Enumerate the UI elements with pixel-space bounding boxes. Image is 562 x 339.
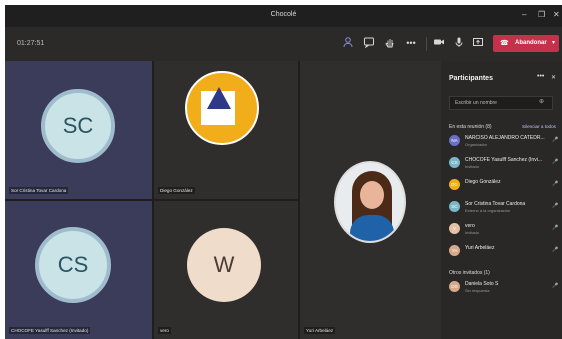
others-label: Otros invitados (1) bbox=[449, 270, 490, 276]
video-tile[interactable]: CS CHOCOFE Yasulff Sanchez (Invitado) bbox=[5, 201, 152, 339]
avatar: SC bbox=[41, 89, 115, 163]
participant-row[interactable]: YA Yuri Arbeláez 🎤 bbox=[449, 243, 562, 261]
leave-button[interactable]: ☎ Abandonar ▾ bbox=[493, 35, 559, 52]
leave-button-label: Abandonar bbox=[515, 40, 547, 46]
participant-name: Sor Cristina Tovar Cardona bbox=[465, 201, 526, 207]
participant-row[interactable]: DS Daniela Soto S Sin respuesta 🎤 bbox=[449, 279, 562, 297]
camera-icon[interactable] bbox=[432, 36, 446, 50]
more-options-icon[interactable]: ••• bbox=[537, 73, 544, 80]
camara-de-comercio-logo bbox=[185, 71, 259, 145]
raise-hand-icon[interactable] bbox=[383, 36, 397, 50]
participant-name-tag: Sor Cristina Tovar Cardona bbox=[9, 187, 69, 194]
more-icon[interactable]: ••• bbox=[404, 36, 418, 50]
minimize-icon[interactable]: – bbox=[522, 10, 526, 20]
participants-icon[interactable] bbox=[341, 36, 355, 50]
avatar: CS bbox=[449, 157, 460, 168]
participant-row[interactable]: NA NARCISO ALEJANDRO CATEDR... Organizador… bbox=[449, 133, 562, 151]
photo-shirt bbox=[350, 215, 394, 241]
participant-name-tag: Yuri Arbeláez bbox=[304, 327, 336, 334]
photo-face bbox=[360, 181, 384, 209]
share-icon[interactable] bbox=[471, 36, 485, 50]
avatar: DG bbox=[449, 179, 460, 190]
participant-name: Daniela Soto S bbox=[465, 281, 499, 287]
video-tile[interactable]: SC Sor Cristina Tovar Cardona bbox=[5, 61, 152, 199]
participant-role: Externo a la organización bbox=[465, 208, 511, 213]
participant-name: vero bbox=[465, 223, 475, 229]
participant-role: Sin respuesta bbox=[465, 288, 490, 293]
mic-icon: 🎤 bbox=[552, 137, 559, 143]
participant-name: NARCISO ALEJANDRO CATEDR... bbox=[465, 135, 545, 141]
video-tile[interactable]: Yuri Arbeláez bbox=[300, 61, 441, 339]
participant-role: Invitado bbox=[465, 164, 480, 169]
participant-role: Organizador bbox=[465, 142, 488, 147]
avatar: W bbox=[187, 228, 261, 302]
participant-row[interactable]: CS CHOCOFE Yasulff Sanchez (Invi... Invita… bbox=[449, 155, 562, 173]
phone-icon: ☎ bbox=[500, 40, 509, 47]
participant-name-tag: vero bbox=[158, 327, 171, 334]
chat-icon[interactable] bbox=[362, 36, 376, 50]
avatar: DS bbox=[449, 281, 460, 292]
mic-icon: 🎤 bbox=[552, 247, 559, 253]
mic-icon: 🎤 bbox=[552, 181, 559, 187]
maximize-icon[interactable]: ❐ bbox=[538, 10, 545, 20]
video-stage: SC Sor Cristina Tovar Cardona Diego Gonz… bbox=[5, 61, 441, 339]
meeting-timer: 01:27:51 bbox=[17, 40, 45, 47]
participant-row[interactable]: SC Sor Cristina Tovar Cardona Externo a la… bbox=[449, 199, 562, 217]
participant-name-tag: CHOCOFE Yasulff Sanchez (Invitado) bbox=[9, 327, 91, 334]
title-bar: Chocolé – ❐ ✕ bbox=[5, 5, 562, 27]
avatar: CS bbox=[35, 227, 111, 303]
participant-name-tag: Diego González bbox=[158, 187, 195, 194]
participant-photo bbox=[334, 161, 406, 243]
participant-row[interactable]: DG Diego González 🎤 bbox=[449, 177, 562, 195]
video-tile[interactable]: W vero bbox=[154, 201, 298, 339]
toolbar-divider bbox=[426, 37, 427, 51]
close-icon[interactable]: ✕ bbox=[553, 10, 560, 20]
participant-row[interactable]: Vvero Invitado 🎤 bbox=[449, 221, 562, 239]
add-people-icon[interactable]: ⊕ bbox=[539, 98, 544, 105]
mic-icon: 🎤 bbox=[552, 225, 559, 231]
video-tile[interactable]: Diego González bbox=[154, 61, 298, 199]
avatar: YA bbox=[449, 245, 460, 256]
mic-icon: 🎤 bbox=[552, 159, 559, 165]
mute-all-button[interactable]: Silenciar a todos bbox=[522, 124, 556, 129]
in-meeting-label: En esta reunión (8) bbox=[449, 124, 492, 130]
logo-triangle bbox=[207, 87, 231, 109]
meeting-toolbar: 01:27:51 ••• ☎ Abandonar ▾ bbox=[5, 27, 562, 61]
participants-panel: Participantes ••• ✕ Escribir un nombre ⊕… bbox=[441, 61, 562, 339]
avatar: NA bbox=[449, 135, 460, 146]
window-title: Chocolé bbox=[270, 11, 297, 18]
participant-name: Yuri Arbeláez bbox=[465, 245, 495, 251]
avatar: V bbox=[449, 223, 460, 234]
participant-name: CHOCOFE Yasulff Sanchez (Invi... bbox=[465, 157, 542, 163]
teams-meeting-window: Chocolé – ❐ ✕ 01:27:51 ••• ☎ Abandonar ▾ bbox=[5, 5, 562, 339]
participant-search-input[interactable]: Escribir un nombre bbox=[449, 96, 553, 110]
mic-icon: 🎤 bbox=[552, 283, 559, 289]
close-icon[interactable]: ✕ bbox=[551, 74, 556, 81]
mic-icon[interactable] bbox=[452, 36, 466, 50]
avatar: SC bbox=[449, 201, 460, 212]
mic-icon: 🎤 bbox=[552, 203, 559, 209]
panel-title: Participantes bbox=[449, 75, 493, 82]
participant-role: Invitado bbox=[465, 230, 480, 235]
chevron-down-icon[interactable]: ▾ bbox=[552, 39, 555, 46]
participant-name: Diego González bbox=[465, 179, 501, 185]
